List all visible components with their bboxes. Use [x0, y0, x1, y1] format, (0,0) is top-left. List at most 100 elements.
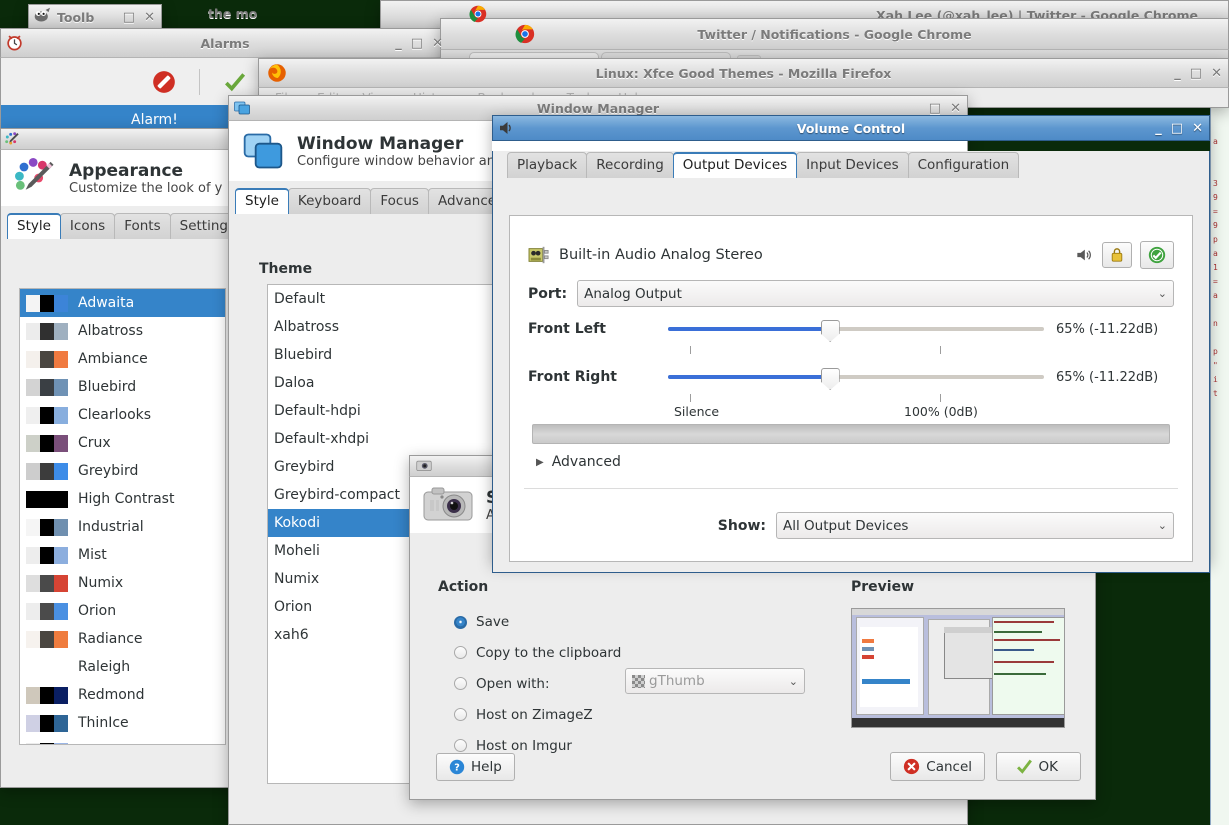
gimp-window-buttons[interactable]: □ ✕	[123, 11, 155, 24]
theme-list-item[interactable]: Bluebird	[20, 373, 225, 401]
lock-channels-button[interactable]	[1102, 242, 1132, 268]
wm-window-buttons[interactable]: □ ✕	[929, 102, 961, 115]
port-combo[interactable]: Analog Output ⌄	[577, 280, 1174, 307]
theme-list-item[interactable]: Mist	[20, 541, 225, 569]
tab-style[interactable]: Style	[7, 213, 61, 239]
default-device-check-icon	[1148, 246, 1166, 264]
theme-list-item[interactable]: Albatross	[20, 317, 225, 345]
tab-keyboard[interactable]: Keyboard	[287, 188, 372, 214]
minimize-icon[interactable]: _	[395, 37, 402, 50]
volume-slider-front-left[interactable]	[668, 320, 1044, 342]
gimp-wilber-icon	[33, 7, 53, 27]
gimp-titlebar[interactable]: Toolb □ ✕	[28, 4, 162, 30]
window-appearance[interactable]: Appearance Customize the look of y Style…	[0, 128, 245, 788]
theme-list-item[interactable]: Orion	[20, 597, 225, 625]
window-volume-control[interactable]: Volume Control _ □ ✕ Playback Recording …	[492, 115, 1210, 573]
theme-list-item[interactable]: Clearlooks	[20, 401, 225, 429]
chrome-icon	[515, 24, 535, 44]
slider-knob[interactable]	[820, 368, 840, 390]
show-combo[interactable]: All Output Devices ⌄	[776, 512, 1174, 539]
firefox-titlebar[interactable]: Linux: Xfce Good Themes - Mozilla Firefo…	[258, 58, 1229, 88]
theme-name: Albatross	[274, 319, 340, 335]
volume-slider-front-right[interactable]	[668, 368, 1044, 390]
alarms-titlebar[interactable]: Alarms _ □ ✕	[0, 28, 450, 58]
tab-input-devices[interactable]: Input Devices	[796, 152, 909, 178]
ok-button[interactable]: OK	[995, 752, 1081, 781]
maximize-icon[interactable]: □	[1190, 67, 1202, 80]
advanced-expander[interactable]: ▶ Advanced	[536, 454, 621, 470]
speaker-icon[interactable]	[1074, 245, 1094, 265]
radio-open-with[interactable]	[454, 677, 467, 690]
volume-control-titlebar[interactable]: Volume Control _ □ ✕	[492, 115, 1210, 141]
theme-list-item[interactable]: Radiance	[20, 625, 225, 653]
theme-list-item[interactable]: xah6	[20, 737, 225, 744]
radio-imgur[interactable]	[454, 739, 467, 752]
theme-list-item[interactable]: Crux	[20, 429, 225, 457]
theme-list-item[interactable]: Raleigh	[20, 653, 225, 681]
theme-list-item[interactable]: Adwaita	[20, 289, 225, 317]
channel-value-front-right: 65% (-11.22dB)	[1056, 369, 1159, 385]
radio-row-save[interactable]: Save	[454, 607, 854, 637]
theme-list-item[interactable]: Industrial	[20, 513, 225, 541]
volume-control-tabs[interactable]: Playback Recording Output Devices Input …	[493, 151, 1209, 178]
tick-right-a	[690, 394, 691, 402]
appearance-pencil-icon	[15, 158, 54, 190]
show-row: Show: All Output Devices ⌄	[528, 512, 1174, 539]
close-icon[interactable]: ✕	[432, 37, 443, 50]
appearance-tabs[interactable]: Style Icons Fonts Settings	[1, 212, 245, 239]
minimize-icon[interactable]: _	[1155, 122, 1162, 135]
radio-save[interactable]	[454, 615, 467, 629]
maximize-icon[interactable]: □	[1171, 122, 1183, 135]
theme-list-item[interactable]: Redmond	[20, 681, 225, 709]
port-value: Analog Output	[584, 285, 682, 302]
cancel-button[interactable]: Cancel	[890, 752, 985, 781]
tab-output-devices[interactable]: Output Devices	[672, 152, 798, 178]
alarms-window-buttons[interactable]: _ □ ✕	[395, 37, 443, 50]
close-icon[interactable]: ✕	[1192, 122, 1203, 135]
theme-list-item[interactable]: Ambiance	[20, 345, 225, 373]
tab-playback[interactable]: Playback	[507, 152, 588, 178]
volume-window-buttons[interactable]: _ □ ✕	[1155, 122, 1203, 135]
tab-icons[interactable]: Icons	[59, 213, 116, 239]
tab-configuration[interactable]: Configuration	[907, 152, 1020, 178]
maximize-icon[interactable]: □	[123, 11, 135, 24]
close-icon[interactable]: ✕	[1211, 67, 1222, 80]
radio-zimagez[interactable]	[454, 708, 467, 721]
default-device-button[interactable]	[1140, 241, 1174, 269]
appearance-theme-list[interactable]: Adwaita Albatross Ambiance Bluebird Clearloo…	[19, 288, 226, 745]
theme-list-item[interactable]: Greybird	[20, 457, 225, 485]
radio-row-zimagez[interactable]: Host on ZimageZ	[454, 699, 854, 730]
tab-focus[interactable]: Focus	[370, 188, 429, 214]
tab-recording[interactable]: Recording	[586, 152, 674, 178]
port-row: Port: Analog Output ⌄	[528, 280, 1174, 307]
maximize-icon[interactable]: □	[929, 102, 941, 115]
ok-check-icon	[1016, 759, 1032, 774]
check-icon[interactable]	[222, 69, 248, 95]
stop-icon[interactable]	[151, 69, 177, 95]
screenshot-preview-image	[851, 608, 1065, 728]
tab-style[interactable]: Style	[235, 188, 289, 214]
radio-label-open-with: Open with:	[476, 675, 550, 692]
text-editor-window[interactable]: a 3 9 = 9 p a 1 = a n p " i t	[1210, 95, 1229, 825]
volume-control-body: Playback Recording Output Devices Input …	[492, 151, 1210, 573]
editor-syntax-lines: a 3 9 = 9 p a 1 = a n p " i t	[1213, 137, 1218, 398]
cancel-icon	[904, 758, 920, 775]
theme-swatch	[26, 659, 68, 676]
chrome-front-titlebar[interactable]: Twitter / Notifications - Google Chrome	[440, 18, 1229, 50]
theme-list-item[interactable]: ThinIce	[20, 709, 225, 737]
close-icon[interactable]: ✕	[950, 102, 961, 115]
theme-name: Adwaita	[78, 295, 135, 311]
open-with-combo[interactable]: gThumb ⌄	[625, 668, 805, 694]
radio-copy-clipboard[interactable]	[454, 646, 467, 659]
slider-knob[interactable]	[820, 320, 840, 342]
help-button[interactable]: ? Help	[436, 753, 515, 781]
theme-list-item[interactable]: Numix	[20, 569, 225, 597]
tab-fonts[interactable]: Fonts	[114, 213, 171, 239]
appearance-titlebar[interactable]	[0, 128, 237, 150]
close-icon[interactable]: ✕	[144, 11, 155, 24]
radio-row-copy-clipboard[interactable]: Copy to the clipboard	[454, 637, 854, 668]
firefox-window-buttons[interactable]: _ □ ✕	[1174, 67, 1222, 80]
theme-list-item[interactable]: High Contrast	[20, 485, 225, 513]
minimize-icon[interactable]: _	[1174, 67, 1181, 80]
maximize-icon[interactable]: □	[411, 37, 423, 50]
